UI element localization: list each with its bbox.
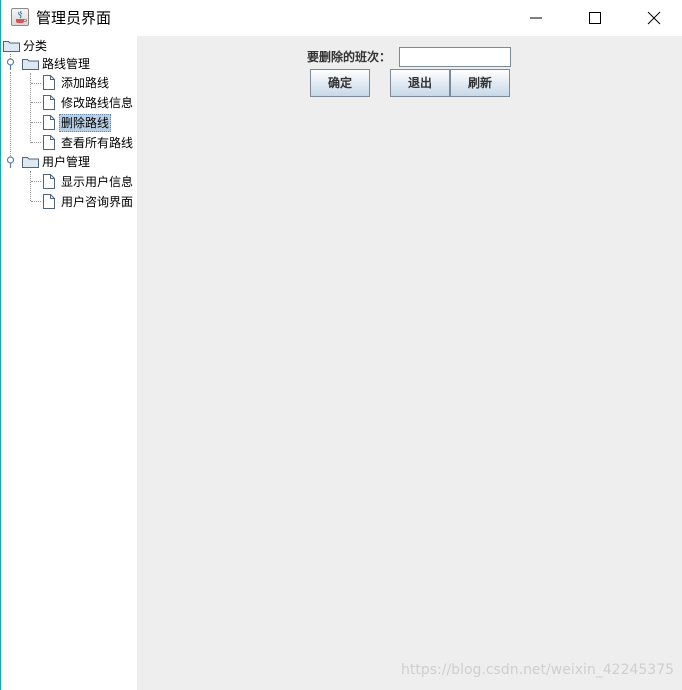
exit-button[interactable]: 退出 bbox=[390, 69, 450, 97]
close-icon bbox=[647, 11, 661, 25]
document-icon bbox=[43, 135, 55, 150]
tree-node-label: 分类 bbox=[23, 39, 48, 53]
refresh-button[interactable]: 刷新 bbox=[450, 69, 510, 97]
tree-node-label: 显示用户信息 bbox=[61, 175, 134, 189]
tree-node-label: 用户咨询界面 bbox=[61, 195, 134, 209]
java-app-icon bbox=[11, 8, 29, 26]
tree-connector bbox=[30, 171, 31, 201]
document-icon bbox=[43, 174, 55, 189]
document-icon bbox=[43, 194, 55, 209]
document-icon bbox=[43, 75, 55, 90]
confirm-button[interactable]: 确定 bbox=[310, 69, 370, 97]
tree-node-label: 路线管理 bbox=[42, 57, 91, 71]
watermark-text: https://blog.csdn.net/weixin_42245375 bbox=[401, 662, 675, 678]
tree-node-label: 用户管理 bbox=[42, 155, 91, 169]
document-icon bbox=[43, 95, 55, 110]
tree-connector bbox=[31, 122, 41, 123]
tree-node-label: 查看所有路线 bbox=[61, 136, 134, 150]
tree-connector bbox=[31, 201, 41, 202]
tree-connector bbox=[31, 142, 41, 143]
expanded-toggle-icon[interactable] bbox=[6, 156, 15, 169]
folder-open-icon bbox=[22, 59, 39, 70]
tree-connector bbox=[31, 83, 41, 84]
expanded-toggle-icon[interactable] bbox=[6, 58, 15, 71]
shift-input[interactable] bbox=[399, 47, 511, 67]
navigation-tree[interactable]: 分类 路线管理 添加路线 修改路线信息 删除路线 查看所有路线 用户管理 显示用… bbox=[1, 36, 137, 690]
app-window: 管理员界面 分类 路线管理 添加路线 修改路线信息 删除路线 查看所有路线 用户… bbox=[0, 0, 682, 690]
tree-connector bbox=[31, 181, 41, 182]
maximize-button[interactable] bbox=[566, 0, 624, 36]
title-bar[interactable]: 管理员界面 bbox=[1, 0, 682, 36]
close-button[interactable] bbox=[625, 0, 682, 36]
minimize-icon bbox=[530, 17, 542, 19]
folder-open-icon bbox=[22, 157, 39, 168]
folder-icon bbox=[3, 41, 20, 52]
tree-connector bbox=[31, 102, 41, 103]
minimize-button[interactable] bbox=[507, 0, 565, 36]
tree-connector bbox=[10, 72, 11, 162]
tree-node-label: 添加路线 bbox=[61, 76, 110, 90]
content-panel: 要删除的班次： 确定 退出 刷新 bbox=[137, 36, 682, 690]
document-icon bbox=[43, 115, 55, 130]
window-title: 管理员界面 bbox=[36, 9, 112, 27]
tree-node-label: 删除路线 bbox=[59, 114, 112, 132]
shift-label: 要删除的班次： bbox=[307, 50, 392, 64]
maximize-icon bbox=[589, 12, 601, 24]
tree-node-label: 修改路线信息 bbox=[61, 96, 134, 110]
